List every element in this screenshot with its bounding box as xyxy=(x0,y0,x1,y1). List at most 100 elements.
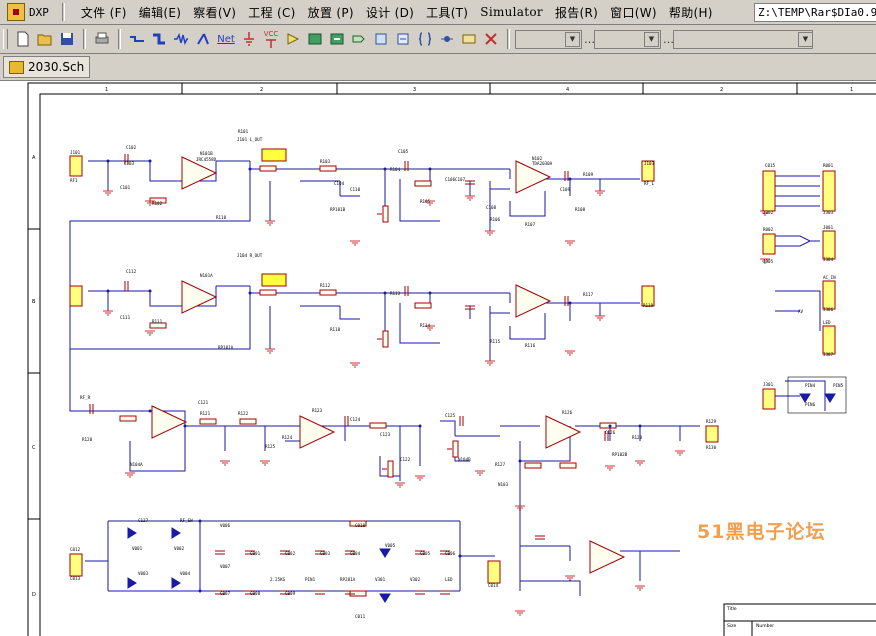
new-icon[interactable] xyxy=(12,28,34,50)
menu-simulator[interactable]: Simulator xyxy=(474,5,549,19)
component-label: J307 xyxy=(823,352,834,357)
component-label: J104 R_OUT xyxy=(237,253,263,258)
filter-combo-3[interactable]: ▼ xyxy=(673,29,813,49)
sheet-entry-icon[interactable] xyxy=(326,28,348,50)
component-label: R002 xyxy=(763,227,774,232)
ground-symbol xyxy=(595,190,605,196)
component-label: V301 xyxy=(375,577,386,582)
opamp-symbol xyxy=(545,415,582,449)
ground-icon[interactable] xyxy=(238,28,260,50)
component-label: C104 xyxy=(334,181,345,186)
component-label: R118 xyxy=(330,327,341,332)
component-label: RF_R xyxy=(80,395,91,400)
component-label: R130 xyxy=(706,445,717,450)
component-label: R107 xyxy=(525,222,536,227)
zone-row-letter: A xyxy=(32,155,36,161)
component-label: R113 xyxy=(390,291,401,296)
net-label-icon[interactable] xyxy=(192,28,214,50)
passive-parts xyxy=(89,154,617,597)
bus-entry-icon[interactable] xyxy=(170,28,192,50)
title-block xyxy=(723,603,876,636)
cross-icon[interactable] xyxy=(480,28,502,50)
potentiometer xyxy=(387,460,394,478)
component-label: TDA2030A xyxy=(532,161,553,166)
filter-combo-1[interactable]: ▼ xyxy=(515,29,582,49)
wire-icon[interactable] xyxy=(126,28,148,50)
path-field[interactable]: Z:\TEMP\Rar$DIa0.928 xyxy=(754,3,876,22)
component-label: R001 xyxy=(823,163,834,168)
component-label: R123 xyxy=(312,408,323,413)
vcc-icon[interactable]: VCC xyxy=(260,28,282,50)
bus-icon[interactable] xyxy=(148,28,170,50)
open-icon[interactable] xyxy=(34,28,56,50)
component-label: R128 xyxy=(632,435,643,440)
component-label: R108 xyxy=(575,207,586,212)
schematic-canvas[interactable]: 123421ABCD J101 RF1 C101 C102 C103 N101B… xyxy=(0,81,876,636)
toolbar-grip[interactable] xyxy=(3,29,8,49)
menu-tools[interactable]: 工具(T) xyxy=(420,4,474,21)
zone-col-number: 2 xyxy=(260,87,263,93)
part-icon[interactable] xyxy=(282,28,304,50)
no-erc-icon[interactable] xyxy=(392,28,414,50)
menu-project[interactable]: 工程 (C) xyxy=(242,4,301,21)
sheet-symbol-icon[interactable] xyxy=(304,28,326,50)
opamp-symbol xyxy=(181,280,218,314)
more-icon[interactable]: … xyxy=(584,33,595,46)
diodes xyxy=(127,393,836,603)
component-label: R115 xyxy=(490,339,501,344)
component-label: AV xyxy=(798,309,804,314)
print-icon[interactable] xyxy=(91,28,113,50)
component-label: V302 xyxy=(410,577,421,582)
more-icon[interactable]: … xyxy=(663,33,674,46)
component-label: RF1 xyxy=(70,178,78,183)
junction-dot xyxy=(198,589,202,593)
menu-reports[interactable]: 报告(R) xyxy=(549,4,604,21)
filter-combo-2[interactable]: ▼ xyxy=(594,29,661,49)
dxp-menu[interactable]: DXP xyxy=(4,1,52,23)
junction-dot xyxy=(568,301,572,305)
menu-view[interactable]: 察看(V) xyxy=(187,4,242,21)
vcc-text: VCC xyxy=(263,30,279,38)
menu-edit[interactable]: 编辑(E) xyxy=(133,4,187,21)
net-text: Net xyxy=(217,33,235,45)
menu-window[interactable]: 窗口(W) xyxy=(604,4,663,21)
resistor xyxy=(414,302,432,309)
component-label: C009 xyxy=(285,591,296,596)
component-label: N104A xyxy=(130,462,143,467)
component-label: R129 xyxy=(706,419,717,424)
menu-design[interactable]: 设计 (D) xyxy=(360,4,420,21)
junction-icon[interactable] xyxy=(370,28,392,50)
net-icon[interactable]: Net xyxy=(214,28,238,50)
resistor xyxy=(259,289,277,296)
component-label: R106 xyxy=(490,217,501,222)
component-label: N101B xyxy=(200,151,213,156)
component-label: C005 xyxy=(420,551,431,556)
document-tab-bar: 2030.Sch xyxy=(0,54,876,81)
menu-place[interactable]: 放置 (P) xyxy=(302,4,360,21)
junction-dot xyxy=(106,159,110,163)
component-label: RP102B xyxy=(612,452,628,457)
menu-file[interactable]: 文件 (F) xyxy=(75,4,133,21)
zone-col-number: 3 xyxy=(413,87,416,93)
toolbar-separator xyxy=(507,29,510,49)
component-label: R109 xyxy=(583,172,594,177)
component-label: R119 xyxy=(643,303,654,308)
ground-symbol xyxy=(565,575,575,581)
component-label: LED xyxy=(823,320,831,325)
harness-icon[interactable] xyxy=(436,28,458,50)
tab-2030-sch[interactable]: 2030.Sch xyxy=(3,56,91,78)
component-label: C002 xyxy=(285,551,296,556)
directive-icon[interactable] xyxy=(414,28,436,50)
ground-symbol xyxy=(220,460,230,466)
menu-help[interactable]: 帮助(H) xyxy=(663,4,719,21)
component-label: J101 L_OUT xyxy=(237,137,263,142)
resistor xyxy=(259,165,277,172)
component-label: R120 xyxy=(82,437,93,442)
title-label: Title xyxy=(726,606,737,612)
resistor xyxy=(239,418,257,425)
save-icon[interactable] xyxy=(56,28,78,50)
component-label: C103 xyxy=(124,161,135,166)
image-icon[interactable] xyxy=(458,28,480,50)
component-label: V003 xyxy=(138,571,149,576)
port-icon[interactable] xyxy=(348,28,370,50)
